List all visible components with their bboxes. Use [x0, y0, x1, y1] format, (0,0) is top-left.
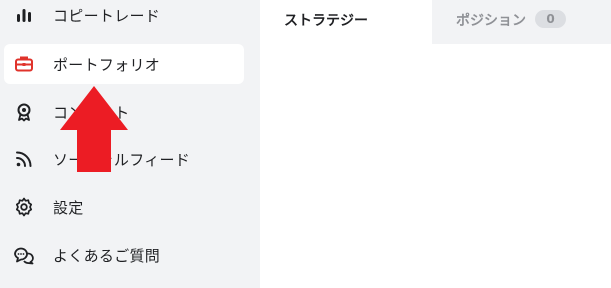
- sidebar-item-copy-trade[interactable]: コピートレード: [4, 0, 244, 35]
- sidebar-item-label: よくあるご質問: [53, 246, 161, 265]
- sidebar-item-portfolio[interactable]: ポートフォリオ: [4, 44, 244, 84]
- sidebar-item-settings[interactable]: 設定: [4, 187, 244, 227]
- sidebar-item-label: ポートフォリオ: [53, 55, 161, 74]
- tab-strategy[interactable]: ストラテジー: [260, 0, 432, 44]
- red-arrow-annotation: [60, 86, 128, 172]
- briefcase-icon: [13, 53, 35, 75]
- position-count-badge: 0: [535, 10, 566, 28]
- rss-feed-icon: [13, 148, 35, 170]
- sidebar-item-label: コピートレード: [53, 6, 161, 25]
- chat-bubbles-icon: [13, 244, 35, 266]
- sidebar: コピートレード ポートフォリオ コンテスト: [0, 0, 260, 288]
- tab-position-label: ポジション: [456, 13, 526, 29]
- tab-bar: ストラテジー ポジション 0: [260, 0, 611, 44]
- tab-position[interactable]: ポジション 0: [432, 0, 611, 44]
- sidebar-item-label: 設定: [53, 198, 84, 217]
- gear-icon: [13, 196, 35, 218]
- sidebar-item-faq[interactable]: よくあるご質問: [4, 235, 244, 275]
- main-content: ストラテジー ポジション 0: [260, 0, 611, 288]
- tab-strategy-label: ストラテジー: [284, 13, 368, 29]
- bar-chart-icon: [13, 4, 35, 26]
- award-icon: [13, 101, 35, 123]
